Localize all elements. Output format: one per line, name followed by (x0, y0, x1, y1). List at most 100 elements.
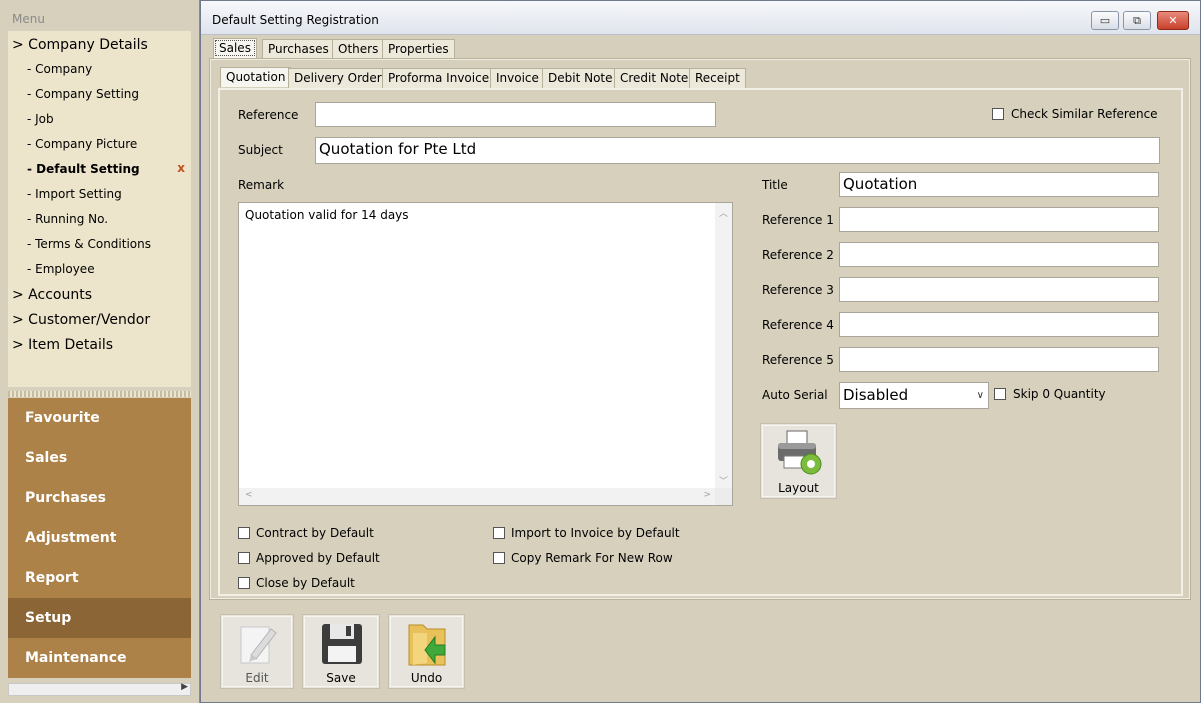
close-default-label: Close by Default (256, 576, 355, 590)
tab-credit-note[interactable]: Credit Note (614, 68, 695, 88)
tree-item-company-details[interactable]: > Company Details (12, 37, 148, 53)
minimize-button[interactable]: ▭ (1091, 11, 1119, 30)
copy-remark-label: Copy Remark For New Row (511, 551, 673, 565)
skip-zero-checkbox[interactable] (994, 388, 1006, 400)
import-invoice-checkbox[interactable] (493, 527, 505, 539)
tab-sales[interactable]: Sales (213, 38, 257, 58)
nav-maintenance[interactable]: Maintenance (8, 638, 191, 678)
chevron-down-icon: ∨ (976, 390, 984, 401)
close-default-checkbox[interactable] (238, 577, 250, 589)
menu-nav: Favourite Sales Purchases Adjustment Rep… (8, 398, 191, 678)
restore-button[interactable]: ⧉ (1123, 11, 1151, 30)
approved-default-label: Approved by Default (256, 551, 380, 565)
remark-text: Quotation valid for 14 days (245, 208, 409, 222)
check-similar-checkbox[interactable] (992, 108, 1004, 120)
pencil-icon (240, 626, 277, 664)
subject-label: Subject (238, 143, 283, 157)
tree-item-customer-vendor[interactable]: > Customer/Vendor (12, 312, 150, 328)
nav-adjustment[interactable]: Adjustment (8, 518, 191, 558)
contract-default-checkbox[interactable] (238, 527, 250, 539)
tree-item-accounts[interactable]: > Accounts (12, 287, 92, 303)
scroll-down-icon[interactable]: ﹀ (719, 474, 728, 487)
tree-item-running-no[interactable]: - Running No. (27, 212, 108, 226)
close-button[interactable]: ✕ (1157, 11, 1189, 30)
undo-button[interactable]: Undo (388, 614, 465, 689)
reference-2-label: Reference 2 (762, 248, 834, 262)
reference-1-label: Reference 1 (762, 213, 834, 227)
tab-quotation[interactable]: Quotation (220, 67, 292, 87)
tree-item-item-details[interactable]: > Item Details (12, 337, 113, 353)
reference-5-label: Reference 5 (762, 353, 834, 367)
folder-undo-icon (408, 624, 446, 666)
scroll-left-icon[interactable]: < (245, 490, 253, 500)
tree-item-company-picture[interactable]: - Company Picture (27, 137, 137, 151)
tab-others[interactable]: Others (332, 39, 385, 59)
scroll-up-icon[interactable]: ︿ (719, 206, 728, 219)
title-input[interactable]: Quotation (839, 172, 1159, 197)
tree-item-default-setting[interactable]: - Default Setting (27, 162, 140, 176)
layout-button[interactable]: Layout (760, 423, 837, 499)
copy-remark-checkbox[interactable] (493, 552, 505, 564)
remark-horizontal-scrollbar[interactable]: < > (239, 488, 717, 505)
tree-item-company[interactable]: - Company (27, 62, 92, 76)
tab-debit-note[interactable]: Debit Note (542, 68, 619, 88)
save-button[interactable]: Save (302, 614, 380, 689)
scroll-right-icon[interactable]: > (703, 490, 711, 500)
printer-settings-icon (778, 430, 822, 475)
check-similar-label: Check Similar Reference (1011, 107, 1158, 121)
remark-vertical-scrollbar[interactable]: ︿ ﹀ (715, 203, 732, 490)
tree-item-terms-conditions[interactable]: - Terms & Conditions (27, 237, 151, 251)
reference-2-input[interactable] (839, 242, 1159, 267)
edit-button[interactable]: Edit (220, 614, 294, 689)
auto-serial-value: Disabled (843, 386, 909, 404)
reference-1-input[interactable] (839, 207, 1159, 232)
tree-item-company-setting[interactable]: - Company Setting (27, 87, 139, 101)
tree-item-import-setting[interactable]: - Import Setting (27, 187, 122, 201)
title-label: Title (762, 178, 788, 192)
nav-setup[interactable]: Setup (8, 598, 191, 638)
tab-purchases[interactable]: Purchases (262, 39, 335, 59)
window-title: Default Setting Registration (212, 13, 379, 27)
reference-5-input[interactable] (839, 347, 1159, 372)
nav-sales[interactable]: Sales (8, 438, 191, 478)
reference-4-input[interactable] (839, 312, 1159, 337)
menu-header: Menu (12, 12, 45, 26)
nav-favourite[interactable]: Favourite (8, 398, 191, 438)
approved-default-checkbox[interactable] (238, 552, 250, 564)
tab-proforma-invoice[interactable]: Proforma Invoice (382, 68, 496, 88)
reference-3-input[interactable] (839, 277, 1159, 302)
menu-scrollbar[interactable]: ▶ (8, 682, 191, 696)
reference-input[interactable] (315, 102, 716, 127)
menu-tree: > Company Details - Company - Company Se… (8, 31, 191, 387)
scroll-right-icon[interactable]: ▶ (181, 682, 188, 692)
close-tab-icon[interactable]: x (177, 161, 185, 175)
main-window: Default Setting Registration ▭ ⧉ ✕ Sales… (200, 0, 1201, 703)
side-menu: Menu > Company Details - Company - Compa… (0, 0, 200, 703)
reference-3-label: Reference 3 (762, 283, 834, 297)
edit-button-label: Edit (245, 671, 269, 685)
remark-label: Remark (238, 178, 285, 192)
subject-input[interactable]: Quotation for Pte Ltd (315, 137, 1160, 164)
contract-default-label: Contract by Default (256, 526, 374, 540)
remark-textarea[interactable]: Quotation valid for 14 days ︿ ﹀ < > (238, 202, 733, 506)
tab-delivery-order[interactable]: Delivery Order (288, 68, 388, 88)
layout-button-label: Layout (778, 481, 819, 495)
reference-4-label: Reference 4 (762, 318, 834, 332)
menu-splitter[interactable] (8, 391, 191, 397)
tab-receipt[interactable]: Receipt (689, 68, 746, 88)
import-invoice-label: Import to Invoice by Default (511, 526, 680, 540)
floppy-disk-icon (322, 624, 362, 664)
reference-label: Reference (238, 108, 299, 122)
undo-button-label: Undo (410, 671, 443, 685)
scroll-corner (715, 488, 732, 505)
tree-item-employee[interactable]: - Employee (27, 262, 95, 276)
tab-invoice[interactable]: Invoice (490, 68, 545, 88)
nav-report[interactable]: Report (8, 558, 191, 598)
tree-item-job[interactable]: - Job (27, 112, 54, 126)
tab-properties[interactable]: Properties (382, 39, 455, 59)
auto-serial-select[interactable]: Disabled ∨ (839, 382, 989, 409)
nav-purchases[interactable]: Purchases (8, 478, 191, 518)
title-bar: Default Setting Registration ▭ ⧉ ✕ (201, 1, 1200, 35)
skip-zero-label: Skip 0 Quantity (1013, 387, 1106, 401)
save-button-label: Save (326, 671, 356, 685)
